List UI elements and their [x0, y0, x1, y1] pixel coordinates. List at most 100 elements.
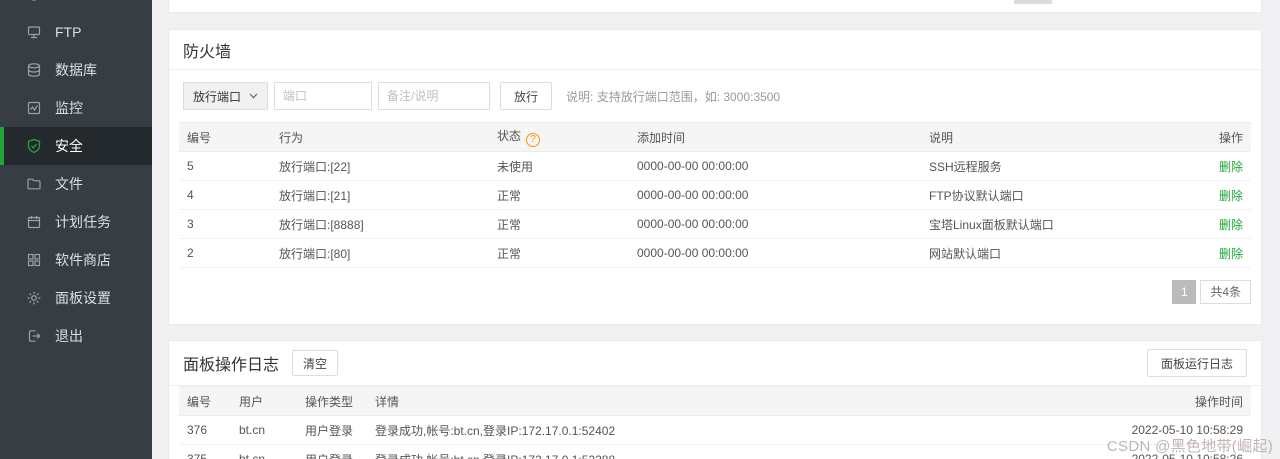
- firewall-table-header-row: 编号 行为 状态? 添加时间 说明 操作: [179, 122, 1251, 152]
- sidebar-item-label: 计划任务: [55, 214, 111, 230]
- delete-rule-link[interactable]: 删除: [1219, 218, 1243, 232]
- main-content: 防火墙 放行端口 放行 说明: 支持放行端口范围，如: 3000:3500 编号…: [152, 0, 1280, 459]
- delete-rule-link[interactable]: 删除: [1219, 160, 1243, 174]
- log-user: bt.cn: [231, 415, 297, 445]
- rule-remark: 网站默认端口: [921, 238, 1161, 268]
- col-log-detail: 详情: [367, 386, 1061, 416]
- logs-table-wrap: 编号 用户 操作类型 详情 操作时间 376 bt.cn 用户登录 登录成功,帐…: [169, 386, 1261, 459]
- col-remark: 说明: [921, 122, 1161, 152]
- rule-added: 0000-00-00 00:00:00: [629, 238, 921, 268]
- firewall-card-header: 防火墙: [169, 30, 1261, 70]
- sidebar-item-database[interactable]: 数据库: [0, 51, 152, 89]
- ftp-icon: [26, 24, 42, 40]
- firewall-table: 编号 行为 状态? 添加时间 说明 操作 5 放行端口:[22] 未使用 000…: [179, 122, 1251, 268]
- rule-id: 4: [179, 180, 271, 210]
- col-added-time: 添加时间: [629, 122, 921, 152]
- col-log-id: 编号: [179, 386, 231, 416]
- col-id: 编号: [179, 122, 271, 152]
- gear-icon: [26, 290, 42, 306]
- page-number-button[interactable]: 1: [1172, 280, 1197, 304]
- firewall-card: 防火墙 放行端口 放行 说明: 支持放行端口范围，如: 3000:3500 编号…: [168, 29, 1262, 325]
- logs-card-header: 面板操作日志 清空 面板运行日志: [169, 341, 1261, 386]
- rule-added: 0000-00-00 00:00:00: [629, 209, 921, 239]
- sidebar: 网站 FTP 数据库 监控 安全: [0, 0, 152, 459]
- rule-action: 放行端口:[22]: [271, 151, 489, 181]
- sidebar-item-website[interactable]: 网站: [0, 0, 152, 13]
- remark-input[interactable]: [378, 82, 491, 110]
- delete-rule-link[interactable]: 删除: [1219, 247, 1243, 261]
- rule-status: 未使用: [489, 151, 629, 181]
- port-range-hint: 说明: 支持放行端口范围，如: 3000:3500: [566, 89, 781, 104]
- rule-status: 正常: [489, 209, 629, 239]
- delete-rule-link[interactable]: 删除: [1219, 189, 1243, 203]
- sidebar-item-label: 数据库: [55, 62, 97, 78]
- firewall-rule-row: 5 放行端口:[22] 未使用 0000-00-00 00:00:00 SSH远…: [179, 151, 1251, 181]
- log-id: 375: [179, 444, 231, 459]
- monitor-icon: [26, 100, 42, 116]
- logs-table-header-row: 编号 用户 操作类型 详情 操作时间: [179, 386, 1251, 416]
- logs-title: 面板操作日志: [183, 357, 280, 374]
- sidebar-menu: 网站 FTP 数据库 监控 安全: [0, 0, 152, 355]
- col-log-type: 操作类型: [297, 386, 367, 416]
- sidebar-item-monitor[interactable]: 监控: [0, 89, 152, 127]
- logs-table: 编号 用户 操作类型 详情 操作时间 376 bt.cn 用户登录 登录成功,帐…: [179, 386, 1251, 459]
- page-total-label: 共4条: [1200, 280, 1251, 304]
- database-icon: [26, 62, 42, 78]
- rule-id: 3: [179, 209, 271, 239]
- rule-added: 0000-00-00 00:00:00: [629, 180, 921, 210]
- calendar-icon: [26, 214, 42, 230]
- logout-icon: [26, 328, 42, 344]
- port-input[interactable]: [274, 82, 373, 110]
- firewall-rule-row: 2 放行端口:[80] 正常 0000-00-00 00:00:00 网站默认端…: [179, 238, 1251, 268]
- rule-action: 放行端口:[21]: [271, 180, 489, 210]
- log-row: 376 bt.cn 用户登录 登录成功,帐号:bt.cn,登录IP:172.17…: [179, 415, 1251, 445]
- firewall-table-wrap: 编号 行为 状态? 添加时间 说明 操作 5 放行端口:[22] 未使用 000…: [169, 122, 1261, 268]
- log-time: 2022-05-10 10:58:29: [1061, 415, 1251, 445]
- sidebar-item-files[interactable]: 文件: [0, 165, 152, 203]
- firewall-rule-row: 4 放行端口:[21] 正常 0000-00-00 00:00:00 FTP协议…: [179, 180, 1251, 210]
- sidebar-item-label: 退出: [55, 328, 83, 344]
- previous-card-sliver: [168, 0, 1262, 13]
- sidebar-item-label: 文件: [55, 176, 83, 192]
- sidebar-item-label: 面板设置: [55, 290, 111, 306]
- sidebar-item-label: 监控: [55, 100, 83, 116]
- pagination: 1 共4条: [169, 268, 1261, 324]
- logs-card: 面板操作日志 清空 面板运行日志 编号 用户 操作类型 详情 操作时间 376 …: [168, 340, 1262, 459]
- shield-icon: [26, 138, 42, 154]
- rule-type-select[interactable]: 放行端口: [183, 82, 269, 110]
- sidebar-item-label: 软件商店: [55, 252, 111, 268]
- rule-status: 正常: [489, 180, 629, 210]
- rule-remark: 宝塔Linux面板默认端口: [921, 209, 1161, 239]
- rule-action: 放行端口:[8888]: [271, 209, 489, 239]
- log-id: 376: [179, 415, 231, 445]
- chevron-down-icon: [249, 93, 258, 99]
- log-user: bt.cn: [231, 444, 297, 459]
- rule-type-selected-value: 放行端口: [193, 89, 242, 104]
- sidebar-item-settings[interactable]: 面板设置: [0, 279, 152, 317]
- rule-id: 5: [179, 151, 271, 181]
- col-operation: 操作: [1161, 122, 1251, 152]
- log-detail: 登录成功,帐号:bt.cn,登录IP:172.17.0.1:52288: [367, 444, 1061, 459]
- col-status: 状态?: [489, 122, 629, 152]
- folder-icon: [26, 176, 42, 192]
- allow-port-button[interactable]: 放行: [500, 82, 553, 110]
- clear-logs-button[interactable]: 清空: [292, 350, 339, 376]
- col-log-time: 操作时间: [1061, 386, 1251, 416]
- panel-run-log-button[interactable]: 面板运行日志: [1146, 349, 1247, 377]
- sidebar-item-label: FTP: [55, 24, 82, 40]
- sidebar-item-label: 网站: [55, 0, 83, 4]
- sidebar-item-appstore[interactable]: 软件商店: [0, 241, 152, 279]
- rule-remark: FTP协议默认端口: [921, 180, 1161, 210]
- firewall-rule-row: 3 放行端口:[8888] 正常 0000-00-00 00:00:00 宝塔L…: [179, 209, 1251, 239]
- sidebar-item-logout[interactable]: 退出: [0, 317, 152, 355]
- page-title: 防火墙: [183, 43, 232, 61]
- log-type: 用户登录: [297, 415, 367, 445]
- sidebar-item-ftp[interactable]: FTP: [0, 13, 152, 51]
- col-log-user: 用户: [231, 386, 297, 416]
- rule-action: 放行端口:[80]: [271, 238, 489, 268]
- col-action: 行为: [271, 122, 489, 152]
- status-help-icon[interactable]: ?: [526, 133, 541, 147]
- sidebar-item-cron[interactable]: 计划任务: [0, 203, 152, 241]
- log-row: 375 bt.cn 用户登录 登录成功,帐号:bt.cn,登录IP:172.17…: [179, 444, 1251, 459]
- sidebar-item-security[interactable]: 安全: [0, 127, 152, 165]
